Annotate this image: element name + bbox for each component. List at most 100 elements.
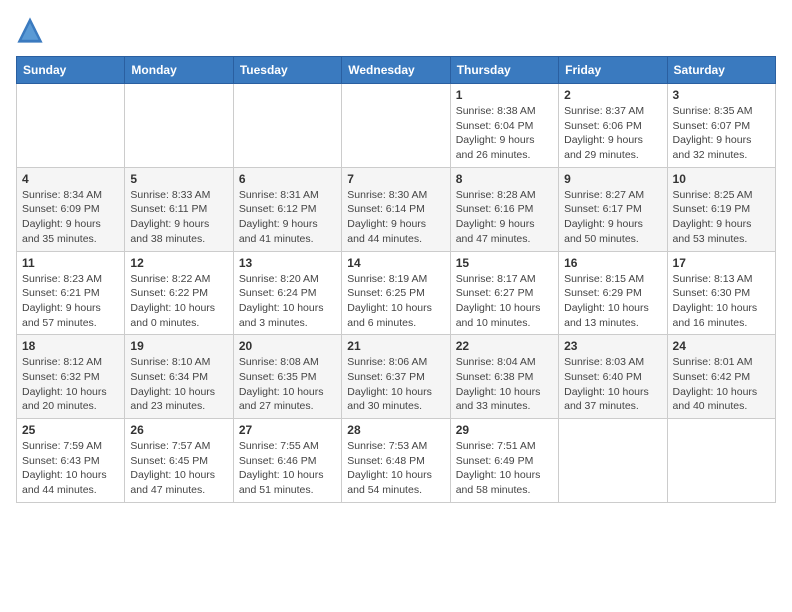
calendar-week-row: 25 Sunrise: 7:59 AM Sunset: 6:43 PM Dayli…	[17, 419, 776, 503]
calendar-cell	[559, 419, 667, 503]
calendar-cell: 27 Sunrise: 7:55 AM Sunset: 6:46 PM Dayli…	[233, 419, 341, 503]
day-info: Sunrise: 7:53 AM Sunset: 6:48 PM Dayligh…	[347, 439, 444, 498]
day-number: 23	[564, 339, 661, 353]
calendar-cell	[17, 84, 125, 168]
day-info: Sunrise: 8:37 AM Sunset: 6:06 PM Dayligh…	[564, 104, 661, 163]
day-number: 22	[456, 339, 553, 353]
col-header-monday: Monday	[125, 57, 233, 84]
calendar-cell: 22 Sunrise: 8:04 AM Sunset: 6:38 PM Dayli…	[450, 335, 558, 419]
day-number: 18	[22, 339, 119, 353]
day-number: 7	[347, 172, 444, 186]
day-info: Sunrise: 8:04 AM Sunset: 6:38 PM Dayligh…	[456, 355, 553, 414]
day-info: Sunrise: 8:34 AM Sunset: 6:09 PM Dayligh…	[22, 188, 119, 247]
day-number: 6	[239, 172, 336, 186]
day-info: Sunrise: 7:55 AM Sunset: 6:46 PM Dayligh…	[239, 439, 336, 498]
calendar-table: SundayMondayTuesdayWednesdayThursdayFrid…	[16, 56, 776, 503]
calendar-cell	[125, 84, 233, 168]
calendar-cell: 15 Sunrise: 8:17 AM Sunset: 6:27 PM Dayli…	[450, 251, 558, 335]
calendar-week-row: 18Sunrise: 8:12 AM Sunset: 6:32 PM Dayli…	[17, 335, 776, 419]
calendar-cell: 14 Sunrise: 8:19 AM Sunset: 6:25 PM Dayli…	[342, 251, 450, 335]
day-info: Sunrise: 8:08 AM Sunset: 6:35 PM Dayligh…	[239, 355, 336, 414]
calendar-cell	[667, 419, 775, 503]
calendar-header-row: SundayMondayTuesdayWednesdayThursdayFrid…	[17, 57, 776, 84]
calendar-cell: 3 Sunrise: 8:35 AM Sunset: 6:07 PM Daylig…	[667, 84, 775, 168]
day-number: 9	[564, 172, 661, 186]
day-number: 27	[239, 423, 336, 437]
day-number: 3	[673, 88, 770, 102]
day-number: 28	[347, 423, 444, 437]
calendar-cell: 11 Sunrise: 8:23 AM Sunset: 6:21 PM Dayli…	[17, 251, 125, 335]
calendar-cell: 19 Sunrise: 8:10 AM Sunset: 6:34 PM Dayli…	[125, 335, 233, 419]
day-info: Sunrise: 8:28 AM Sunset: 6:16 PM Dayligh…	[456, 188, 553, 247]
calendar-cell: 17 Sunrise: 8:13 AM Sunset: 6:30 PM Dayli…	[667, 251, 775, 335]
calendar-cell: 21 Sunrise: 8:06 AM Sunset: 6:37 PM Dayli…	[342, 335, 450, 419]
calendar-cell: 26 Sunrise: 7:57 AM Sunset: 6:45 PM Dayli…	[125, 419, 233, 503]
calendar-cell: 29 Sunrise: 7:51 AM Sunset: 6:49 PM Dayli…	[450, 419, 558, 503]
calendar-cell: 20 Sunrise: 8:08 AM Sunset: 6:35 PM Dayli…	[233, 335, 341, 419]
day-number: 10	[673, 172, 770, 186]
day-info: Sunrise: 8:10 AM Sunset: 6:34 PM Dayligh…	[130, 355, 227, 414]
day-number: 15	[456, 256, 553, 270]
day-info: Sunrise: 8:06 AM Sunset: 6:37 PM Dayligh…	[347, 355, 444, 414]
day-number: 24	[673, 339, 770, 353]
col-header-tuesday: Tuesday	[233, 57, 341, 84]
day-info: Sunrise: 8:25 AM Sunset: 6:19 PM Dayligh…	[673, 188, 770, 247]
day-number: 2	[564, 88, 661, 102]
col-header-friday: Friday	[559, 57, 667, 84]
page-header	[16, 16, 776, 44]
day-info: Sunrise: 8:17 AM Sunset: 6:27 PM Dayligh…	[456, 272, 553, 331]
calendar-cell: 5 Sunrise: 8:33 AM Sunset: 6:11 PM Daylig…	[125, 167, 233, 251]
day-info: Sunrise: 8:13 AM Sunset: 6:30 PM Dayligh…	[673, 272, 770, 331]
day-number: 17	[673, 256, 770, 270]
day-number: 5	[130, 172, 227, 186]
calendar-cell: 24 Sunrise: 8:01 AM Sunset: 6:42 PM Dayli…	[667, 335, 775, 419]
day-info: Sunrise: 7:57 AM Sunset: 6:45 PM Dayligh…	[130, 439, 227, 498]
calendar-cell: 25 Sunrise: 7:59 AM Sunset: 6:43 PM Dayli…	[17, 419, 125, 503]
day-number: 16	[564, 256, 661, 270]
day-info: Sunrise: 7:51 AM Sunset: 6:49 PM Dayligh…	[456, 439, 553, 498]
day-info: Sunrise: 8:33 AM Sunset: 6:11 PM Dayligh…	[130, 188, 227, 247]
calendar-week-row: 4 Sunrise: 8:34 AM Sunset: 6:09 PM Daylig…	[17, 167, 776, 251]
day-number: 21	[347, 339, 444, 353]
day-info: Sunrise: 8:31 AM Sunset: 6:12 PM Dayligh…	[239, 188, 336, 247]
day-number: 29	[456, 423, 553, 437]
calendar-cell: 9Sunrise: 8:27 AM Sunset: 6:17 PM Daylig…	[559, 167, 667, 251]
calendar-cell: 7 Sunrise: 8:30 AM Sunset: 6:14 PM Daylig…	[342, 167, 450, 251]
calendar-cell: 13 Sunrise: 8:20 AM Sunset: 6:24 PM Dayli…	[233, 251, 341, 335]
day-number: 1	[456, 88, 553, 102]
day-number: 11	[22, 256, 119, 270]
calendar-cell: 12 Sunrise: 8:22 AM Sunset: 6:22 PM Dayli…	[125, 251, 233, 335]
day-info: Sunrise: 7:59 AM Sunset: 6:43 PM Dayligh…	[22, 439, 119, 498]
logo-icon	[16, 16, 44, 44]
calendar-cell	[233, 84, 341, 168]
day-info: Sunrise: 8:20 AM Sunset: 6:24 PM Dayligh…	[239, 272, 336, 331]
calendar-cell: 4 Sunrise: 8:34 AM Sunset: 6:09 PM Daylig…	[17, 167, 125, 251]
day-info: Sunrise: 8:30 AM Sunset: 6:14 PM Dayligh…	[347, 188, 444, 247]
calendar-cell: 23 Sunrise: 8:03 AM Sunset: 6:40 PM Dayli…	[559, 335, 667, 419]
day-number: 25	[22, 423, 119, 437]
day-number: 14	[347, 256, 444, 270]
col-header-wednesday: Wednesday	[342, 57, 450, 84]
day-number: 12	[130, 256, 227, 270]
day-info: Sunrise: 8:15 AM Sunset: 6:29 PM Dayligh…	[564, 272, 661, 331]
calendar-cell: 18Sunrise: 8:12 AM Sunset: 6:32 PM Dayli…	[17, 335, 125, 419]
day-info: Sunrise: 8:35 AM Sunset: 6:07 PM Dayligh…	[673, 104, 770, 163]
day-number: 4	[22, 172, 119, 186]
day-info: Sunrise: 8:19 AM Sunset: 6:25 PM Dayligh…	[347, 272, 444, 331]
calendar-cell: 8Sunrise: 8:28 AM Sunset: 6:16 PM Daylig…	[450, 167, 558, 251]
day-info: Sunrise: 8:01 AM Sunset: 6:42 PM Dayligh…	[673, 355, 770, 414]
day-info: Sunrise: 8:03 AM Sunset: 6:40 PM Dayligh…	[564, 355, 661, 414]
calendar-cell: 28 Sunrise: 7:53 AM Sunset: 6:48 PM Dayli…	[342, 419, 450, 503]
day-info: Sunrise: 8:23 AM Sunset: 6:21 PM Dayligh…	[22, 272, 119, 331]
day-number: 26	[130, 423, 227, 437]
day-number: 20	[239, 339, 336, 353]
calendar-cell: 1Sunrise: 8:38 AM Sunset: 6:04 PM Daylig…	[450, 84, 558, 168]
day-number: 19	[130, 339, 227, 353]
calendar-week-row: 1Sunrise: 8:38 AM Sunset: 6:04 PM Daylig…	[17, 84, 776, 168]
calendar-cell: 2 Sunrise: 8:37 AM Sunset: 6:06 PM Daylig…	[559, 84, 667, 168]
col-header-sunday: Sunday	[17, 57, 125, 84]
calendar-cell	[342, 84, 450, 168]
logo	[16, 16, 46, 44]
day-info: Sunrise: 8:22 AM Sunset: 6:22 PM Dayligh…	[130, 272, 227, 331]
day-number: 13	[239, 256, 336, 270]
